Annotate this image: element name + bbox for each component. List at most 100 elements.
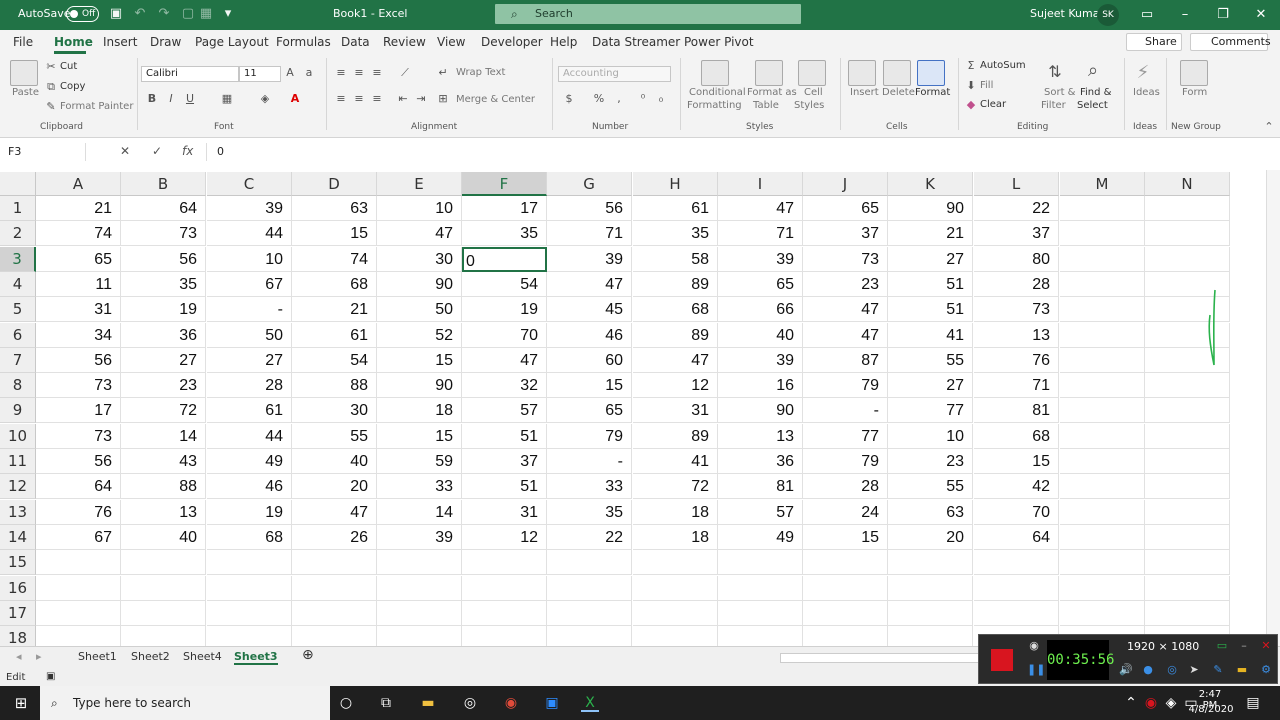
- grid-cell[interactable]: 90: [377, 373, 462, 398]
- sheet-tab-sheet4[interactable]: Sheet4: [183, 650, 222, 663]
- grid-cell[interactable]: [207, 576, 292, 601]
- grid-cell[interactable]: [292, 576, 377, 601]
- prev-sheet-icon[interactable]: ◂: [16, 650, 22, 663]
- grid-cell[interactable]: 74: [292, 247, 377, 272]
- tray-network-icon[interactable]: ◈: [1162, 694, 1180, 712]
- autosum-icon[interactable]: Σ: [964, 59, 978, 72]
- grid-cell[interactable]: [1145, 247, 1230, 272]
- grid-cell[interactable]: 24: [803, 500, 888, 525]
- comments-button[interactable]: Comments: [1190, 33, 1271, 51]
- grid-cell[interactable]: 51: [462, 474, 547, 499]
- grid-cell[interactable]: 81: [974, 398, 1059, 423]
- grid-cell[interactable]: [1060, 398, 1145, 423]
- grid-cell[interactable]: 90: [377, 272, 462, 297]
- grid-cell[interactable]: [377, 576, 462, 601]
- align-center-icon[interactable]: ≡: [352, 92, 366, 105]
- tab-data-streamer[interactable]: Data Streamer: [592, 35, 680, 49]
- grid-cell[interactable]: [547, 576, 632, 601]
- grid-cell[interactable]: 22: [547, 525, 632, 550]
- tab-developer[interactable]: Developer: [481, 35, 543, 49]
- grid-cell[interactable]: [36, 550, 121, 575]
- table-icon[interactable]: ▦: [198, 6, 214, 22]
- grid-cell[interactable]: 89: [633, 323, 718, 348]
- grid-cell[interactable]: 65: [36, 247, 121, 272]
- app-icon[interactable]: ◎: [461, 694, 479, 712]
- grid-cell[interactable]: 71: [974, 373, 1059, 398]
- grid-cell[interactable]: 68: [207, 525, 292, 550]
- grid-cell[interactable]: 32: [462, 373, 547, 398]
- grid-cell[interactable]: [888, 550, 973, 575]
- bottom-align-icon[interactable]: ≡: [370, 66, 384, 79]
- grid-cell[interactable]: 26: [292, 525, 377, 550]
- grid-cell[interactable]: 81: [718, 474, 803, 499]
- grid-cell[interactable]: [207, 601, 292, 626]
- number-format-select[interactable]: Accounting: [558, 66, 671, 82]
- grid-cell[interactable]: 27: [207, 348, 292, 373]
- grid-cell[interactable]: 51: [888, 272, 973, 297]
- grid-cell[interactable]: 47: [633, 348, 718, 373]
- grid-cell[interactable]: 35: [462, 221, 547, 246]
- grid-cell[interactable]: 34: [36, 323, 121, 348]
- grid-cell[interactable]: 79: [547, 424, 632, 449]
- grid-cell[interactable]: 73: [36, 424, 121, 449]
- grid-cell[interactable]: 87: [803, 348, 888, 373]
- tab-draw[interactable]: Draw: [150, 35, 181, 49]
- ideas-button[interactable]: Ideas: [1133, 87, 1160, 98]
- grid-cell[interactable]: [803, 576, 888, 601]
- find-select-icon[interactable]: ⌕: [1086, 60, 1100, 81]
- grid-cell[interactable]: 57: [462, 398, 547, 423]
- row-header[interactable]: 4: [0, 272, 36, 297]
- grid-cell[interactable]: 79: [803, 449, 888, 474]
- fill-icon[interactable]: ⬇: [964, 79, 978, 92]
- italic-icon[interactable]: I: [164, 92, 178, 105]
- grid-cell[interactable]: 28: [803, 474, 888, 499]
- grid-cell[interactable]: [1145, 424, 1230, 449]
- bold-icon[interactable]: B: [145, 92, 159, 105]
- row-header[interactable]: 14: [0, 525, 36, 550]
- webcam-icon[interactable]: ◎: [1165, 663, 1179, 676]
- grid-cell[interactable]: [1060, 221, 1145, 246]
- grid-cell[interactable]: 52: [377, 323, 462, 348]
- delete-cells-icon[interactable]: [883, 60, 911, 86]
- grid-cell[interactable]: 27: [121, 348, 206, 373]
- tab-formulas[interactable]: Formulas: [276, 35, 331, 49]
- select-all-corner[interactable]: [0, 172, 36, 196]
- percent-icon[interactable]: %: [592, 92, 606, 105]
- grid-cell[interactable]: 68: [974, 424, 1059, 449]
- grid-cell[interactable]: 18: [377, 398, 462, 423]
- grid-cell[interactable]: 67: [207, 272, 292, 297]
- cortana-icon[interactable]: ○: [337, 694, 355, 712]
- grid-cell[interactable]: 68: [633, 297, 718, 322]
- grid-cell[interactable]: 47: [292, 500, 377, 525]
- grid-cell[interactable]: [36, 576, 121, 601]
- cancel-icon[interactable]: ✕: [120, 144, 130, 158]
- grid-cell[interactable]: 77: [888, 398, 973, 423]
- new-icon[interactable]: ▢: [180, 6, 196, 22]
- grid-cell[interactable]: 14: [121, 424, 206, 449]
- conditional-formatting-label-1[interactable]: Conditional: [689, 87, 746, 98]
- tray-chevron-icon[interactable]: ⌃: [1122, 694, 1140, 712]
- grid-cell[interactable]: 61: [633, 196, 718, 221]
- name-box[interactable]: F3: [6, 143, 86, 161]
- grid-cell[interactable]: 76: [36, 500, 121, 525]
- grid-cell[interactable]: 39: [377, 525, 462, 550]
- orientation-icon[interactable]: ⟋: [398, 66, 412, 80]
- pen-icon[interactable]: ✎: [1211, 663, 1225, 676]
- grid-cell[interactable]: 14: [377, 500, 462, 525]
- sort-filter-label-1[interactable]: Sort &: [1044, 87, 1075, 98]
- grid-cell[interactable]: [547, 601, 632, 626]
- grid-cell[interactable]: 65: [803, 196, 888, 221]
- row-header[interactable]: 15: [0, 550, 36, 575]
- grid-cell[interactable]: 77: [803, 424, 888, 449]
- column-header-d[interactable]: D: [292, 172, 377, 196]
- grid-cell[interactable]: 19: [121, 297, 206, 322]
- grid-cell[interactable]: 49: [207, 449, 292, 474]
- grid-cell[interactable]: 27: [888, 247, 973, 272]
- grid-cell[interactable]: 46: [547, 323, 632, 348]
- align-left-icon[interactable]: ≡: [334, 92, 348, 105]
- grid-cell[interactable]: [888, 601, 973, 626]
- row-header[interactable]: 13: [0, 500, 36, 525]
- insert-cells-button[interactable]: Insert: [850, 87, 879, 98]
- column-header-c[interactable]: C: [207, 172, 292, 196]
- merge-center-button[interactable]: Merge & Center: [456, 94, 535, 105]
